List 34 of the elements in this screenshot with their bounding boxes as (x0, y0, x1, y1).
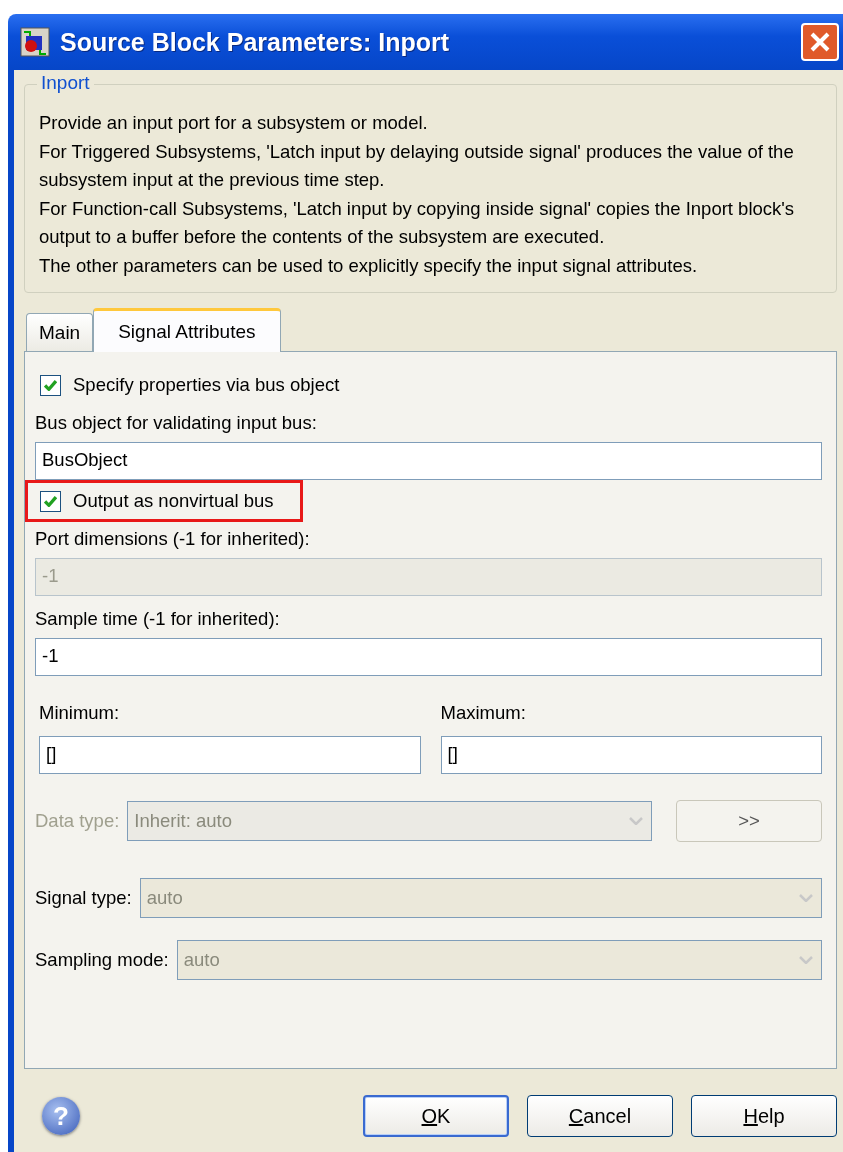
description-text: For Function-call Subsystems, 'Latch input by copying inside signal' copies the Inport block's output to a buffer before the contents of the subsystem are executed. (39, 196, 796, 249)
field-label: Signal type: (35, 887, 132, 909)
chevron-down-icon (799, 956, 813, 964)
field-label: Minimum: (39, 702, 121, 724)
description-text: For Triggered Subsystems, 'Latch input by delaying outside signal' produces the value of the subsystem input at the previous time step. (39, 139, 795, 192)
checkbox-label: Specify properties via bus object (73, 374, 340, 396)
block-diagram-icon (20, 27, 50, 57)
input-field[interactable]: BusObject (35, 442, 822, 480)
tab[interactable]: Signal Attributes (93, 308, 281, 352)
checkbox[interactable] (40, 374, 61, 396)
field-label: Sampling mode: (35, 949, 169, 971)
field-label: Maximum: (440, 702, 527, 724)
check-icon (44, 379, 57, 391)
window-title: Source Block Parameters: Inport (60, 27, 450, 57)
check-icon (44, 495, 57, 507)
field-label: Bus object for validating input bus: (35, 411, 318, 435)
checkbox-label: Output as nonvirtual bus (73, 490, 274, 512)
checkbox[interactable] (40, 490, 61, 512)
close-button[interactable] (801, 23, 839, 61)
field-label: Data type: (35, 810, 120, 832)
description-text: Provide an input port for a subsystem or model. (39, 111, 429, 135)
input-field[interactable]: -1 (35, 638, 822, 676)
dialog-button[interactable]: OK (363, 1095, 509, 1137)
close-icon (809, 31, 831, 53)
dialog-button[interactable]: Help (691, 1095, 837, 1137)
tab[interactable]: Main (26, 313, 94, 351)
field-label: Sample time (-1 for inherited): (35, 607, 281, 631)
chevron-down-icon (799, 894, 813, 902)
description-text: The other parameters can be used to explicitly specify the input signal attributes. (39, 253, 699, 278)
input-field[interactable]: [] (39, 736, 421, 774)
input-field[interactable]: [] (440, 736, 822, 774)
dialog-button[interactable]: Cancel (527, 1095, 673, 1137)
chevron-down-icon (629, 817, 643, 825)
field-label: Port dimensions (-1 for inherited): (35, 527, 311, 551)
